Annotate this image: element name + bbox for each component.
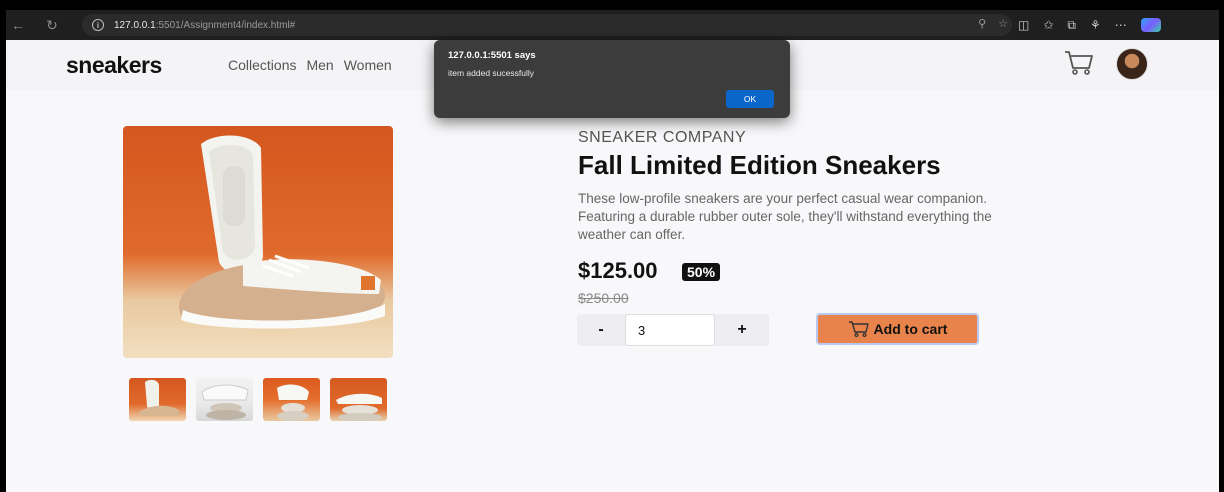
nav-item-women[interactable]: Women	[344, 57, 392, 73]
url-host: 127.0.0.1	[114, 19, 156, 31]
site-nav: Collections Men Women	[228, 57, 392, 73]
thumbnail-3[interactable]	[263, 378, 320, 421]
zoom-icon[interactable]: ⚲	[978, 17, 986, 30]
quantity-input[interactable]	[625, 314, 715, 346]
site-logo[interactable]: sneakers	[66, 52, 162, 79]
thumbnail-4[interactable]	[330, 378, 387, 421]
discount-badge: 50%	[682, 263, 721, 281]
thumbnail-list	[129, 378, 387, 421]
current-price: $125.00	[578, 258, 658, 283]
nav-item-men[interactable]: Men	[306, 57, 333, 73]
product-main-image[interactable]	[123, 126, 393, 358]
browser-toolbar: ← ↻ i 127.0.0.1:5501/Assignment4/index.h…	[6, 10, 1219, 40]
info-icon[interactable]: i	[92, 19, 104, 31]
product-title: Fall Limited Edition Sneakers	[578, 150, 941, 180]
extensions-icon[interactable]: ⚘	[1090, 18, 1101, 32]
cart-icon[interactable]	[1064, 50, 1094, 76]
quantity-stepper: - +	[577, 314, 769, 346]
thumbnail-2[interactable]	[196, 378, 253, 421]
back-icon[interactable]: ←	[6, 10, 30, 40]
address-bar-icons: ⚲ ☆	[978, 17, 1008, 30]
cart-button-icon	[848, 321, 869, 338]
favorites-list-icon[interactable]: ✩	[1043, 18, 1053, 32]
add-to-cart-label: Add to cart	[873, 321, 948, 337]
dialog-message: item added sucessfully	[448, 68, 534, 78]
dialog-ok-button[interactable]: OK	[726, 90, 774, 108]
avatar[interactable]	[1116, 48, 1148, 80]
dialog-title: 127.0.0.1:5501 says	[448, 50, 536, 61]
collections-icon[interactable]: ⧉	[1067, 18, 1076, 33]
copilot-icon[interactable]	[1140, 18, 1161, 32]
toolbar-icons: ◫ ✩ ⧉ ⚘ ⋯	[1018, 10, 1161, 40]
address-bar[interactable]: i 127.0.0.1:5501/Assignment4/index.html#…	[82, 14, 1012, 36]
favorite-icon[interactable]: ☆	[998, 17, 1008, 30]
original-price: $250.00	[578, 290, 629, 306]
nav-item-collections[interactable]: Collections	[228, 57, 296, 73]
browser-window: ← ↻ i 127.0.0.1:5501/Assignment4/index.h…	[6, 10, 1219, 492]
thumbnail-1[interactable]	[129, 378, 186, 421]
more-icon[interactable]: ⋯	[1115, 18, 1127, 32]
split-screen-icon[interactable]: ◫	[1018, 18, 1029, 32]
increase-quantity-button[interactable]: +	[715, 314, 769, 346]
url-path: :5501/Assignment4/index.html#	[155, 19, 296, 31]
alert-dialog: 127.0.0.1:5501 says item added sucessful…	[434, 40, 790, 118]
refresh-icon[interactable]: ↻	[40, 10, 64, 40]
decrease-quantity-button[interactable]: -	[577, 314, 625, 346]
company-name: SNEAKER COMPANY	[578, 129, 747, 146]
add-to-cart-button[interactable]: Add to cart	[816, 313, 979, 345]
product-description: These low-profile sneakers are your perf…	[578, 191, 992, 242]
